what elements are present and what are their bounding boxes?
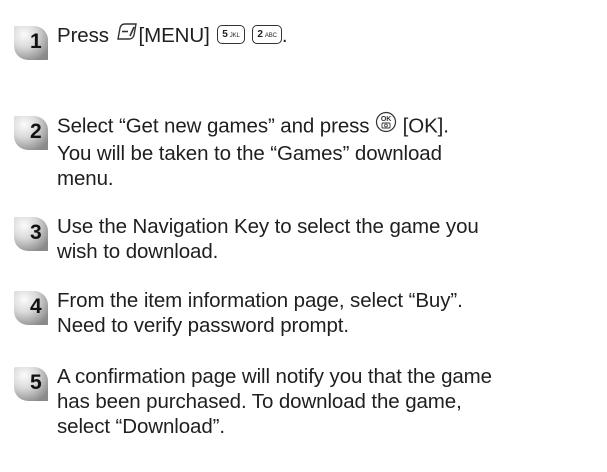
step-badge-5: 5 (10, 363, 50, 403)
step-2-line-2: You will be taken to the “Games” downloa… (57, 142, 442, 165)
step-badge-2: 2 (10, 112, 50, 152)
step-number: 5 (30, 371, 42, 394)
key-2-icon: 2 ABC (252, 25, 282, 45)
step-badge-4: 4 (10, 287, 50, 327)
end-punct: . (281, 24, 288, 47)
soft-key-icon (115, 22, 139, 48)
step-4-line-1: From the item information page, select “… (57, 289, 463, 312)
step-2-line-3: menu. (57, 167, 114, 190)
svg-text:OK: OK (381, 116, 391, 123)
key-5-icon: 5 JKL (217, 25, 245, 45)
step-2-line-1: Select “Get new games” and press (57, 114, 370, 138)
step-badge-1: 1 (10, 22, 50, 62)
step-number: 2 (30, 120, 42, 143)
press-label: Press (57, 24, 109, 47)
ok-camera-key-icon: OK (375, 111, 397, 139)
menu-label: [MENU] (138, 24, 210, 47)
step-5-line-1: A confirmation page will notify you that… (57, 365, 492, 388)
ok-label: [OK]. (402, 114, 449, 138)
step-5-line-2: has been purchased. To download the game… (57, 390, 462, 413)
step-number: 3 (30, 221, 42, 244)
step-badge-3: 3 (10, 213, 50, 253)
step-5-line-3: select “Download”. (57, 415, 225, 438)
step-3-line-2: wish to download. (57, 240, 219, 263)
step-number: 4 (30, 295, 42, 318)
step-4-line-2: Need to verify password prompt. (57, 314, 349, 337)
step-number: 1 (30, 30, 42, 53)
step-3-line-1: Use the Navigation Key to select the gam… (57, 215, 479, 238)
